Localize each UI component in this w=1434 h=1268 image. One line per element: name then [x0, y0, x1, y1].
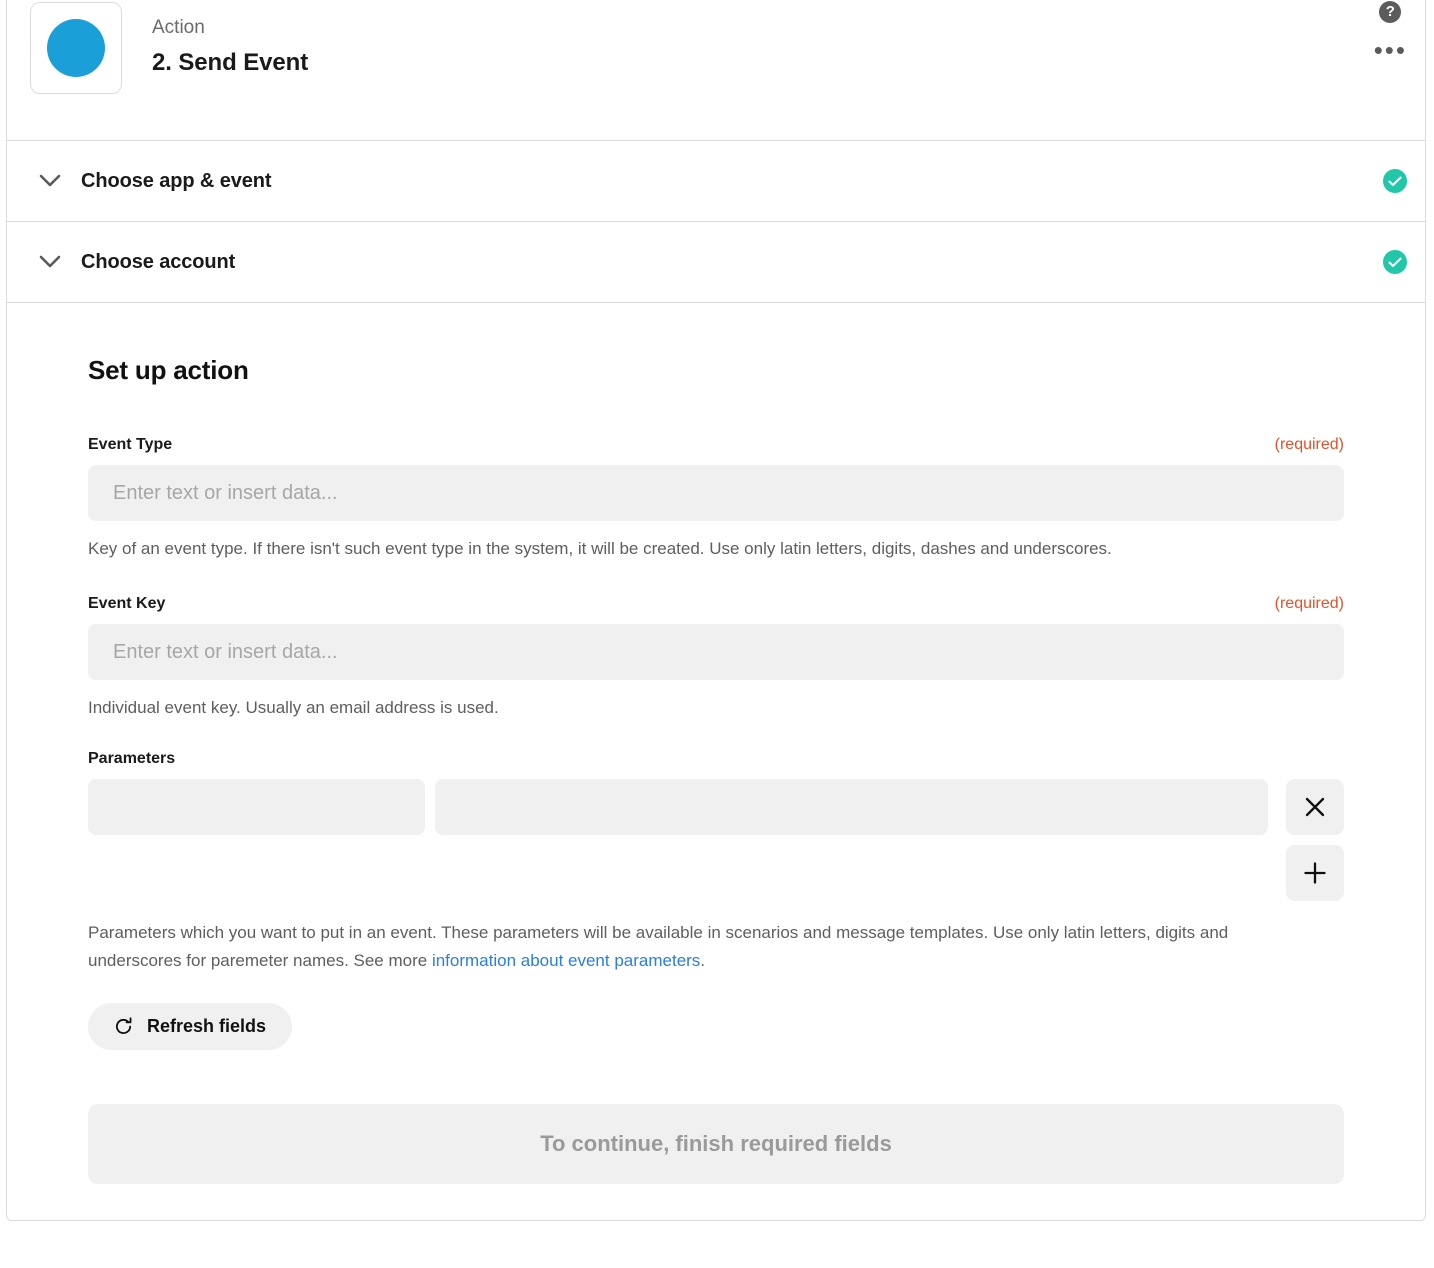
field-label: Event Type: [88, 436, 173, 453]
required-tag: (required): [1274, 595, 1344, 612]
field-label: Event Key: [88, 595, 166, 612]
parameter-key-input[interactable]: [88, 779, 425, 835]
parameter-row: [88, 779, 1344, 901]
accordion-choose-account[interactable]: Choose account: [7, 222, 1425, 303]
parameter-row-buttons: [1286, 779, 1344, 901]
refresh-fields-label: Refresh fields: [147, 1016, 267, 1036]
field-label-row: Parameters: [88, 750, 1344, 768]
parameter-value-input[interactable]: [435, 779, 1268, 835]
field-help-text: Individual event key. Usually an email a…: [88, 698, 499, 717]
status-badge: [1383, 250, 1407, 274]
setup-action-panel: Set up action Event Type (required) Key …: [7, 303, 1425, 1220]
plus-icon: [1303, 861, 1327, 885]
add-parameter-button[interactable]: [1286, 845, 1344, 901]
action-step-card: Action 2. Send Event ? ••• Choose app & …: [6, 0, 1426, 1221]
header-actions: ? •••: [1374, 1, 1407, 63]
field-parameters: Parameters Parameters which you want to …: [88, 750, 1344, 1050]
card-header: Action 2. Send Event ? •••: [7, 0, 1425, 141]
field-help-text: Key of an event type. If there isn't suc…: [88, 539, 1112, 558]
field-label: Parameters: [88, 750, 176, 767]
event-parameters-link[interactable]: information about event parameters: [432, 951, 700, 970]
blue-circle-app-icon: [47, 19, 105, 77]
field-label-row: Event Key (required): [88, 595, 1344, 613]
header-text-group: Action 2. Send Event: [152, 15, 308, 80]
field-label-row: Event Type (required): [88, 436, 1344, 454]
app-icon: [30, 2, 122, 94]
remove-parameter-button[interactable]: [1286, 779, 1344, 835]
step-kicker: Action: [152, 17, 205, 38]
continue-button[interactable]: To continue, finish required fields: [88, 1104, 1344, 1184]
parameters-help-text: Parameters which you want to put in an e…: [88, 919, 1318, 975]
chevron-down-icon: [37, 168, 63, 194]
refresh-icon: [114, 1017, 133, 1036]
help-icon[interactable]: ?: [1379, 1, 1402, 23]
accordion-label: Choose account: [81, 250, 236, 273]
section-title: Set up action: [88, 355, 249, 385]
required-tag: (required): [1274, 436, 1344, 453]
field-event-type: Event Type (required) Key of an event ty…: [88, 436, 1344, 563]
page-title: 2. Send Event: [152, 49, 309, 76]
field-event-key: Event Key (required) Individual event ke…: [88, 595, 1344, 722]
event-key-input[interactable]: [88, 624, 1344, 680]
close-icon: [1304, 796, 1326, 818]
status-badge: [1383, 169, 1407, 193]
parameters-help-after: .: [700, 951, 706, 970]
accordion-choose-app-event[interactable]: Choose app & event: [7, 141, 1425, 222]
event-type-input[interactable]: [88, 465, 1344, 521]
refresh-fields-button[interactable]: Refresh fields: [88, 1003, 293, 1050]
accordion-label: Choose app & event: [81, 169, 272, 192]
chevron-down-icon: [37, 249, 63, 275]
more-options-icon[interactable]: •••: [1374, 37, 1407, 63]
